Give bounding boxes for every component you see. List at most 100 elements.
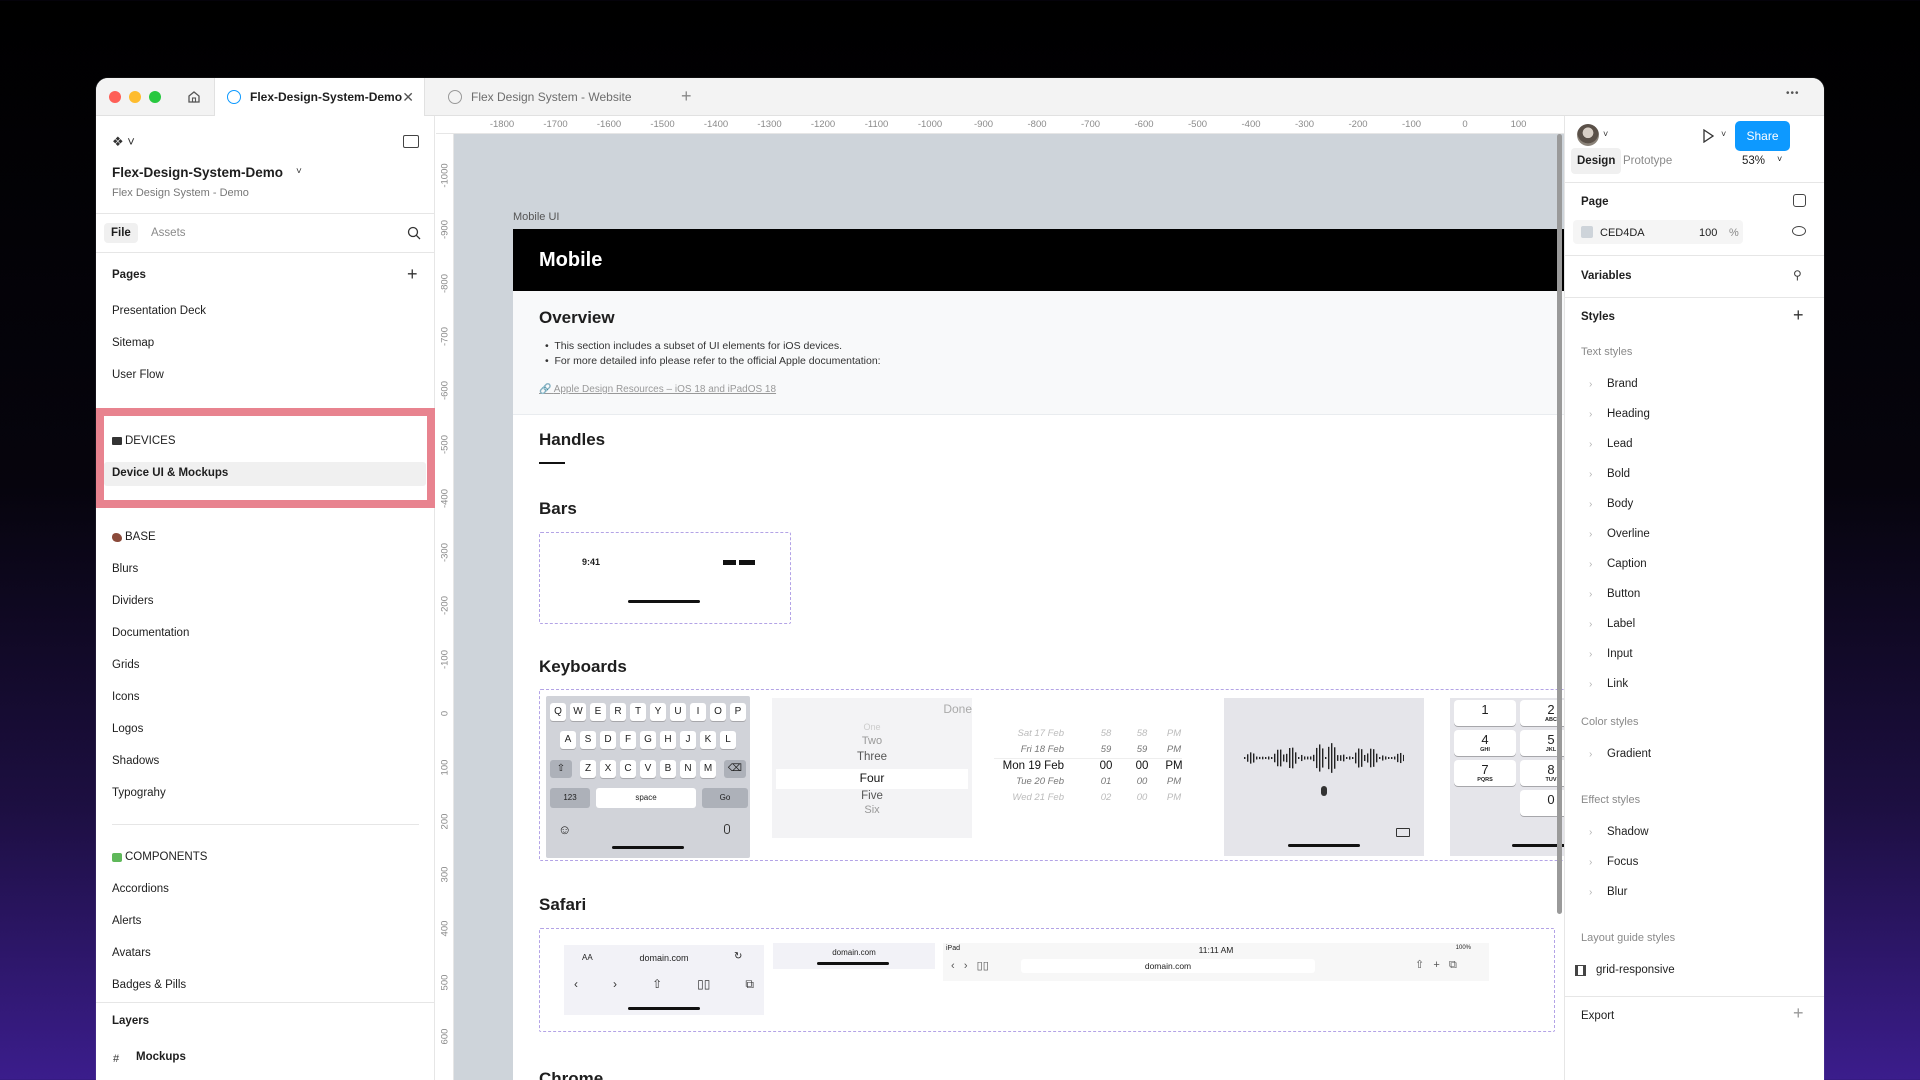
divider	[96, 1002, 435, 1003]
mobile-ui-frame[interactable]: Mobile Overview • This section includes …	[513, 229, 1564, 1080]
page-color-swatch[interactable]	[1581, 226, 1593, 238]
waveform-bar	[1334, 747, 1336, 769]
apple-resources-link[interactable]: 🔗 Apple Design Resources – iOS 18 and iP…	[539, 384, 776, 395]
style-item-label[interactable]: › Label	[1589, 618, 1635, 630]
zoom-chevron-icon[interactable]: ˅	[1777, 154, 1782, 164]
horizontal-ruler: -1800 -1700 -1600 -1500 -1400 -1300 -1200 -1100…	[436, 116, 1564, 134]
page-item-logos[interactable]: Logos	[112, 723, 143, 735]
page-item-sitemap[interactable]: Sitemap	[112, 337, 154, 349]
tab-flex-design-system-demo[interactable]: Flex-Design-System-Demo ✕	[214, 78, 425, 116]
variables-title[interactable]: Variables	[1581, 270, 1632, 282]
style-item-blur[interactable]: › Blur	[1589, 886, 1627, 898]
page-item-icons[interactable]: Icons	[112, 691, 140, 703]
waveform-bar	[1265, 757, 1267, 759]
page-item-presentation-deck[interactable]: Presentation Deck	[112, 305, 206, 317]
avatar-chevron-icon[interactable]: ˅	[1603, 129, 1608, 139]
waveform-bar	[1382, 755, 1384, 761]
tab-assets[interactable]: Assets	[151, 227, 186, 239]
home-icon[interactable]	[186, 89, 202, 105]
tab-design[interactable]: Design	[1571, 148, 1622, 174]
ruler-tick: 600	[439, 1028, 451, 1045]
avatar[interactable]	[1577, 124, 1599, 146]
page-item-shadows[interactable]: Shadows	[112, 755, 159, 767]
page-item-grids[interactable]: Grids	[112, 659, 139, 671]
style-item-shadow[interactable]: › Shadow	[1589, 826, 1649, 838]
style-item-input[interactable]: › Input	[1589, 648, 1633, 660]
new-tab-button[interactable]: +	[681, 86, 692, 107]
share-button[interactable]: Share	[1735, 121, 1790, 151]
page-item-user-flow[interactable]: User Flow	[112, 369, 164, 381]
style-item-link[interactable]: › Link	[1589, 678, 1628, 690]
style-item-lead[interactable]: › Lead	[1589, 438, 1633, 450]
page-item-dividers[interactable]: Dividers	[112, 595, 154, 607]
page-opacity[interactable]: 100	[1699, 227, 1717, 239]
minimize-window-button[interactable]	[129, 91, 141, 103]
page-item-alerts[interactable]: Alerts	[112, 915, 141, 927]
ruler-tick: -1800	[489, 119, 515, 130]
search-icon[interactable]	[407, 226, 421, 240]
chevron-right-icon: ›	[1589, 588, 1593, 600]
page-item-typography[interactable]: Typograhy	[112, 787, 166, 799]
frame-label[interactable]: Mobile UI	[513, 211, 559, 223]
toggle-sidebar-icon[interactable]	[403, 135, 419, 148]
base-section-header[interactable]: BASE	[112, 531, 156, 543]
canvas-scrollbar[interactable]	[1557, 134, 1562, 914]
style-item-focus[interactable]: › Focus	[1589, 856, 1638, 868]
close-tab-icon[interactable]: ✕	[402, 89, 414, 106]
components-section-header[interactable]: COMPONENTS	[112, 851, 207, 863]
close-window-button[interactable]	[109, 91, 121, 103]
add-style-icon[interactable]: +	[1793, 305, 1804, 326]
date-picker: Sat 17 Feb 58 58 PM Fri 18 Feb 59 59 PM Mon 19 F…	[994, 698, 1183, 838]
layer-item-mockups[interactable]: Mockups	[136, 1051, 186, 1063]
page-item-badges-pills[interactable]: Badges & Pills	[112, 979, 186, 991]
file-name[interactable]: Flex-Design-System-Demo	[112, 165, 283, 180]
style-item-overline[interactable]: › Overline	[1589, 528, 1650, 540]
style-item-brand[interactable]: › Brand	[1589, 378, 1638, 390]
waveform-bar	[1355, 752, 1357, 764]
page-item-accordions[interactable]: Accordions	[112, 883, 169, 895]
key: T	[630, 703, 646, 721]
page-item-blurs[interactable]: Blurs	[112, 563, 138, 575]
page-color-hex[interactable]: CED4DA	[1600, 227, 1645, 239]
page-item-documentation[interactable]: Documentation	[112, 627, 189, 639]
maximize-window-button[interactable]	[149, 91, 161, 103]
tab-label: Flex Design System - Website	[471, 90, 632, 104]
add-page-icon[interactable]: +	[407, 264, 418, 285]
picker-item: Three	[856, 751, 888, 763]
page-item-avatars[interactable]: Avatars	[112, 947, 151, 959]
tab-flex-design-system-website[interactable]: Flex Design System - Website	[436, 78, 666, 116]
page-color-field[interactable]	[1573, 220, 1743, 244]
waveform-bar	[1304, 756, 1306, 760]
safari-title: Safari	[539, 895, 587, 914]
figma-menu-icon[interactable]: ❖ ˅	[112, 134, 135, 150]
style-item-bold[interactable]: › Bold	[1589, 468, 1630, 480]
eye-icon[interactable]	[1792, 226, 1806, 236]
devices-section-header[interactable]: DEVICES	[112, 435, 176, 447]
tab-file[interactable]: File	[104, 223, 138, 243]
style-item-heading[interactable]: › Heading	[1589, 408, 1650, 420]
ruler-tick: -1200	[810, 119, 836, 130]
page-style-icon[interactable]	[1793, 194, 1806, 207]
canvas[interactable]: Mobile UI Mobile Overview • This section…	[454, 134, 1564, 1080]
present-play-icon[interactable]	[1702, 129, 1714, 143]
waveform-bar	[1286, 753, 1288, 763]
style-item-gradient[interactable]: › Gradient	[1589, 748, 1651, 760]
present-chevron-icon[interactable]: ˅	[1721, 129, 1726, 139]
zoom-level[interactable]: 53%	[1742, 155, 1765, 167]
file-menu-chevron-icon[interactable]: ˅	[296, 166, 302, 177]
style-item-caption[interactable]: › Caption	[1589, 558, 1647, 570]
divider	[112, 824, 419, 825]
project-name[interactable]: Flex Design System - Demo	[112, 187, 249, 199]
add-export-icon[interactable]: +	[1793, 1003, 1804, 1024]
tab-prototype[interactable]: Prototype	[1623, 155, 1672, 167]
more-options-button[interactable]: •••	[1786, 88, 1800, 99]
export-title[interactable]: Export	[1581, 1010, 1614, 1022]
style-item-grid-responsive[interactable]: grid-responsive	[1575, 964, 1675, 976]
url-text: domain.com	[1144, 961, 1192, 971]
safari-box[interactable]: AA domain.com ↻ ‹ › ⇧ ▯▯ ⧉ domain.com iPad 1…	[539, 928, 1555, 1032]
style-item-body[interactable]: › Body	[1589, 498, 1633, 510]
style-item-button[interactable]: › Button	[1589, 588, 1640, 600]
variables-settings-icon[interactable]: ⚲	[1793, 268, 1802, 282]
keyboards-box[interactable]: Q W E R T Y U I O P A S D F G H J K L ⇧ Z X C V B N M ⌫ 123 space Go ☺ …	[539, 689, 1564, 861]
bars-box[interactable]: 9:41	[539, 532, 791, 624]
